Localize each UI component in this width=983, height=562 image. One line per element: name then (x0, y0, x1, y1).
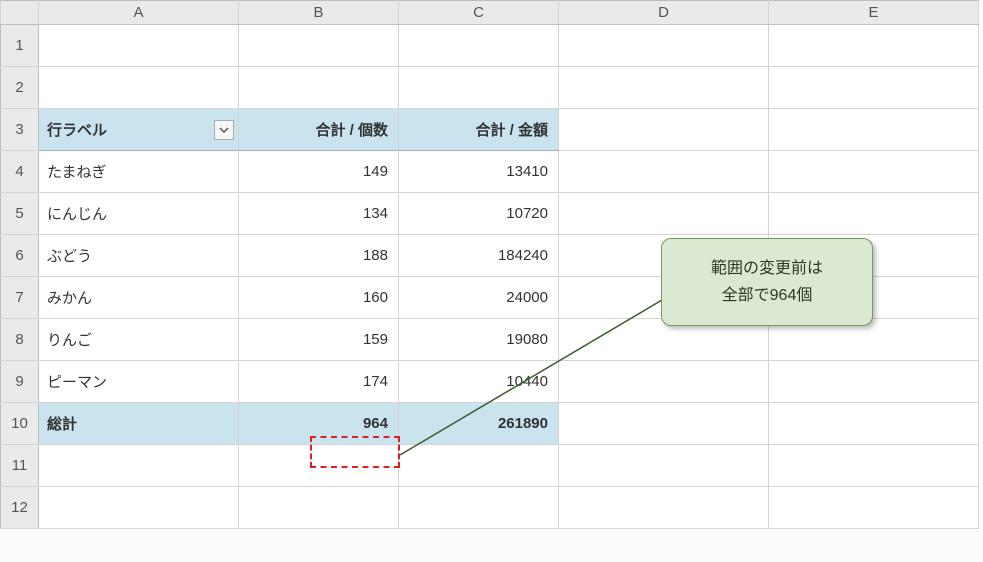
col-header-a[interactable]: A (39, 1, 239, 25)
cell-c8[interactable]: 19080 (399, 319, 559, 361)
cell-a12[interactable] (39, 487, 239, 529)
cell-a9[interactable]: ピーマン (39, 361, 239, 403)
cell-a6[interactable]: ぶどう (39, 235, 239, 277)
cell-e3[interactable] (769, 109, 979, 151)
row-header-2[interactable]: 2 (1, 67, 39, 109)
cell-a3[interactable]: 行ラベル (39, 109, 239, 151)
row-header-11[interactable]: 11 (1, 445, 39, 487)
callout-annotation: 範囲の変更前は 全部で964個 (661, 238, 873, 326)
cell-b3[interactable]: 合計 / 個数 (239, 109, 399, 151)
cell-b9[interactable]: 174 (239, 361, 399, 403)
column-header-row: A B C D E (1, 1, 979, 25)
cell-c12[interactable] (399, 487, 559, 529)
cell-e11[interactable] (769, 445, 979, 487)
row-header-3[interactable]: 3 (1, 109, 39, 151)
callout-line1: 範囲の変更前は (674, 255, 860, 282)
cell-e1[interactable] (769, 25, 979, 67)
callout-line2: 全部で964個 (674, 282, 860, 309)
cell-a4[interactable]: たまねぎ (39, 151, 239, 193)
cell-a1[interactable] (39, 25, 239, 67)
cell-a7[interactable]: みかん (39, 277, 239, 319)
cell-c7[interactable]: 24000 (399, 277, 559, 319)
row-header-9[interactable]: 9 (1, 361, 39, 403)
col-header-b[interactable]: B (239, 1, 399, 25)
cell-b6[interactable]: 188 (239, 235, 399, 277)
row-9: 9 ピーマン 174 10440 (1, 361, 979, 403)
cell-e9[interactable] (769, 361, 979, 403)
cell-b12[interactable] (239, 487, 399, 529)
cell-c11[interactable] (399, 445, 559, 487)
cell-c2[interactable] (399, 67, 559, 109)
row-header-10[interactable]: 10 (1, 403, 39, 445)
cell-a11[interactable] (39, 445, 239, 487)
cell-c3[interactable]: 合計 / 金額 (399, 109, 559, 151)
row-12: 12 (1, 487, 979, 529)
col-header-d[interactable]: D (559, 1, 769, 25)
chevron-down-icon (219, 125, 229, 135)
row-1: 1 (1, 25, 979, 67)
row-11: 11 (1, 445, 979, 487)
cell-b8[interactable]: 159 (239, 319, 399, 361)
row-5: 5 にんじん 134 10720 (1, 193, 979, 235)
row-header-6[interactable]: 6 (1, 235, 39, 277)
cell-d2[interactable] (559, 67, 769, 109)
row-4: 4 たまねぎ 149 13410 (1, 151, 979, 193)
select-all-corner[interactable] (1, 1, 39, 25)
cell-c10[interactable]: 261890 (399, 403, 559, 445)
cell-d1[interactable] (559, 25, 769, 67)
col-header-e[interactable]: E (769, 1, 979, 25)
cell-c4[interactable]: 13410 (399, 151, 559, 193)
row-2: 2 (1, 67, 979, 109)
row-header-12[interactable]: 12 (1, 487, 39, 529)
cell-b1[interactable] (239, 25, 399, 67)
cell-d4[interactable] (559, 151, 769, 193)
row-header-7[interactable]: 7 (1, 277, 39, 319)
cell-a10[interactable]: 総計 (39, 403, 239, 445)
row-10: 10 総計 964 261890 (1, 403, 979, 445)
row-header-4[interactable]: 4 (1, 151, 39, 193)
cell-e10[interactable] (769, 403, 979, 445)
cell-d3[interactable] (559, 109, 769, 151)
cell-d12[interactable] (559, 487, 769, 529)
cell-e12[interactable] (769, 487, 979, 529)
cell-a2[interactable] (39, 67, 239, 109)
row-3: 3 行ラベル 合計 / 個数 合計 / 金額 (1, 109, 979, 151)
cell-b7[interactable]: 160 (239, 277, 399, 319)
row-header-1[interactable]: 1 (1, 25, 39, 67)
cell-b11[interactable] (239, 445, 399, 487)
cell-a5[interactable]: にんじん (39, 193, 239, 235)
pivot-row-label-header: 行ラベル (47, 119, 107, 140)
cell-d9[interactable] (559, 361, 769, 403)
cell-e2[interactable] (769, 67, 979, 109)
cell-c5[interactable]: 10720 (399, 193, 559, 235)
cell-b5[interactable]: 134 (239, 193, 399, 235)
cell-a8[interactable]: りんご (39, 319, 239, 361)
cell-e4[interactable] (769, 151, 979, 193)
cell-c9[interactable]: 10440 (399, 361, 559, 403)
row-label-filter-button[interactable] (214, 120, 234, 140)
cell-d11[interactable] (559, 445, 769, 487)
cell-b10[interactable]: 964 (239, 403, 399, 445)
cell-c1[interactable] (399, 25, 559, 67)
cell-d10[interactable] (559, 403, 769, 445)
cell-b4[interactable]: 149 (239, 151, 399, 193)
row-header-5[interactable]: 5 (1, 193, 39, 235)
cell-d5[interactable] (559, 193, 769, 235)
col-header-c[interactable]: C (399, 1, 559, 25)
cell-c6[interactable]: 184240 (399, 235, 559, 277)
row-header-8[interactable]: 8 (1, 319, 39, 361)
cell-b2[interactable] (239, 67, 399, 109)
cell-e5[interactable] (769, 193, 979, 235)
